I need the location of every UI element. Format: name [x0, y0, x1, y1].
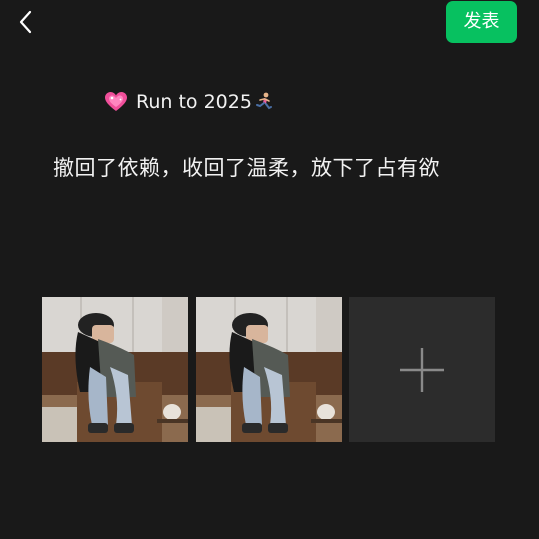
publish-button[interactable]: 发表 [446, 1, 517, 43]
photo-thumbnail[interactable] [196, 297, 342, 442]
back-button[interactable] [12, 8, 40, 36]
plus-icon [400, 347, 444, 392]
photo-thumbnail[interactable] [42, 297, 188, 442]
post-body-text[interactable]: 撤回了依赖，收回了温柔，放下了占有欲 [53, 152, 440, 182]
post-title: Run to 2025 [104, 88, 275, 116]
add-photo-button[interactable] [349, 297, 495, 442]
sparkling-heart-icon [104, 91, 128, 113]
post-title-text: Run to 2025 [136, 91, 252, 113]
chevron-left-icon [19, 10, 32, 34]
running-woman-icon [253, 91, 275, 113]
compose-moment-screen: 发表 Run to 2025 撤回了依赖，收回了温柔，放下了占有欲 [0, 0, 539, 539]
